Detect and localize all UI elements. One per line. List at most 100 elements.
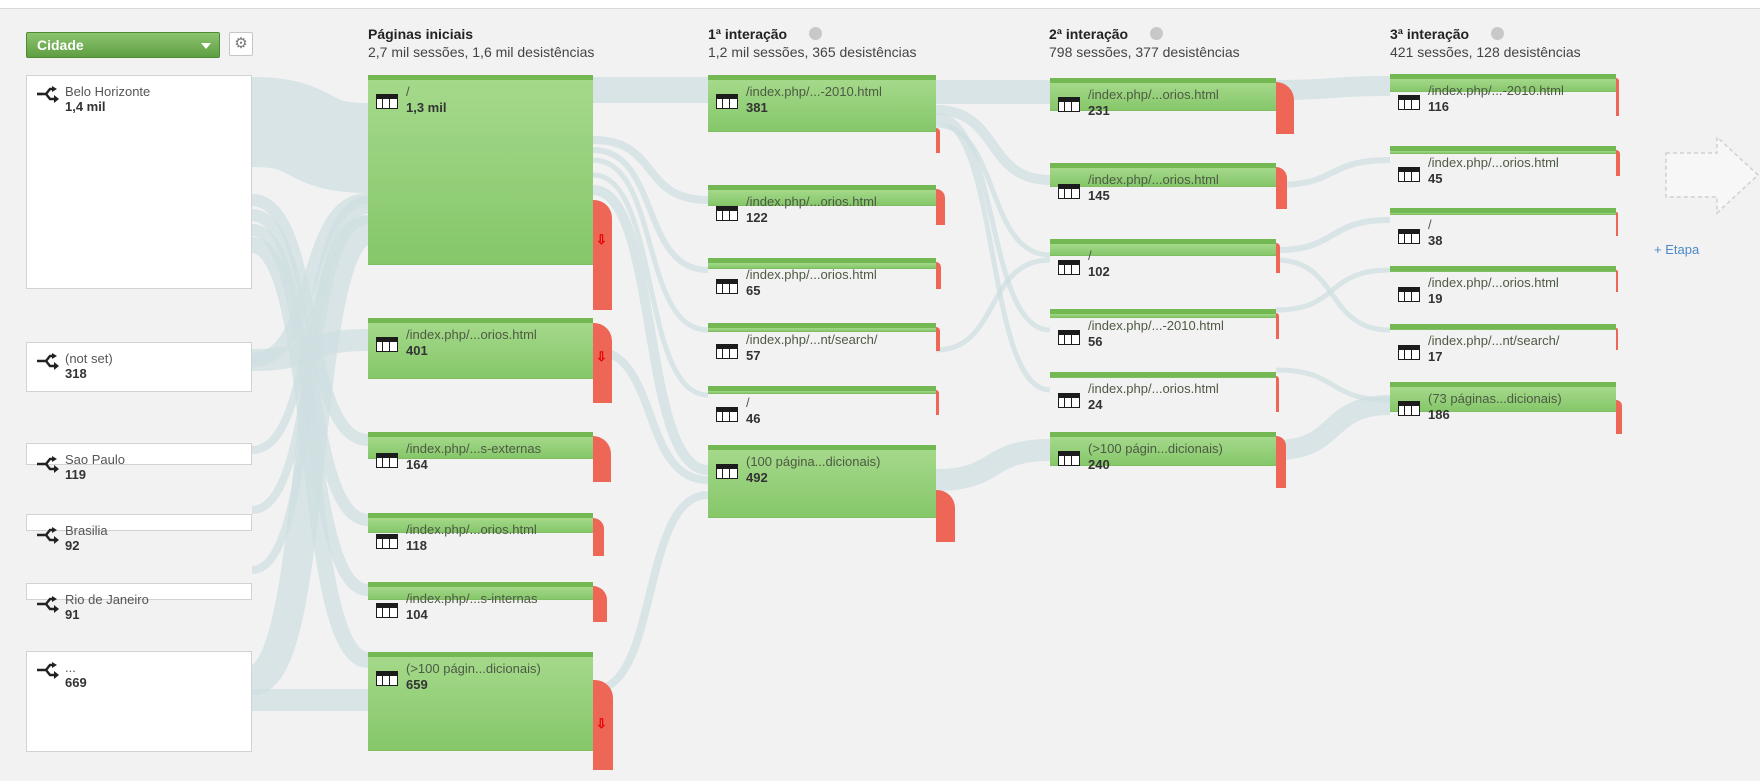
- gear-icon: ⚙: [234, 35, 248, 52]
- dropoff-bar[interactable]: [936, 327, 940, 351]
- source-node[interactable]: Rio de Janeiro 91: [26, 583, 252, 622]
- page-table-icon: [376, 453, 398, 468]
- page-label: /index.php/...s-externas: [406, 441, 542, 456]
- source-label: Belo Horizonte: [65, 84, 151, 99]
- dropoff-bar[interactable]: ⇩: [593, 680, 613, 770]
- dropoff-bar[interactable]: [936, 490, 955, 542]
- split-arrows-icon: [37, 596, 59, 613]
- page-label: /index.php/...orios.html: [406, 327, 537, 342]
- page-label: /index.php/...s-internas: [406, 591, 538, 606]
- settings-button[interactable]: ⚙: [229, 32, 253, 56]
- dropoff-bar[interactable]: [1276, 313, 1279, 339]
- page-node[interactable]: /index.php/...orios.html 24: [1050, 372, 1276, 412]
- dropoff-bar[interactable]: [936, 189, 945, 225]
- page-node[interactable]: (>100 págin...dicionais) 659: [368, 652, 593, 751]
- dropoff-bar[interactable]: [1276, 436, 1286, 488]
- page-node[interactable]: /index.php/...nt/search/ 57: [708, 323, 936, 363]
- dropoff-bar[interactable]: [1276, 82, 1294, 134]
- source-label: Sao Paulo: [65, 452, 125, 467]
- close-circle-icon[interactable]: [1491, 27, 1505, 40]
- page-table-icon: [1058, 97, 1080, 112]
- source-count: 119: [65, 467, 86, 482]
- next-step-arrow-icon[interactable]: [1665, 135, 1760, 215]
- page-label: /index.php/...-2010.html: [1088, 318, 1224, 333]
- dropoff-bar[interactable]: [1616, 270, 1618, 292]
- column-title: 3ª interação: [1390, 26, 1470, 42]
- dropoff-arrow-icon: ⇩: [596, 349, 607, 364]
- page-node[interactable]: /index.php/...s-internas 104: [368, 582, 593, 622]
- page-node[interactable]: /index.php/...-2010.html 116: [1390, 74, 1616, 114]
- page-node[interactable]: (73 páginas...dicionais) 186: [1390, 382, 1616, 422]
- flow-link: [250, 77, 370, 193]
- add-step-link[interactable]: + Etapa: [1654, 242, 1699, 257]
- dropoff-bar[interactable]: [1616, 150, 1620, 176]
- page-count: 231: [1088, 103, 1110, 118]
- column-subtitle: 421 sessões, 128 desistências: [1390, 44, 1581, 60]
- flow-link: [592, 136, 709, 204]
- flow-link: [1275, 367, 1391, 403]
- dropoff-bar[interactable]: [1616, 328, 1618, 350]
- page-table-icon: [716, 206, 738, 221]
- source-label: Brasilia: [65, 523, 108, 538]
- page-node[interactable]: /index.php/...nt/search/ 17: [1390, 324, 1616, 364]
- dropoff-bar[interactable]: [936, 262, 941, 289]
- page-label: /index.php/...orios.html: [746, 267, 877, 282]
- page-count: 1,3 mil: [406, 100, 447, 115]
- page-node[interactable]: /index.php/...orios.html 118: [368, 513, 593, 553]
- chevron-down-icon: [201, 43, 211, 49]
- source-node[interactable]: (not set) 318: [26, 342, 252, 392]
- page-label: /index.php/...nt/search/: [1428, 333, 1560, 348]
- close-circle-icon[interactable]: [1150, 27, 1164, 40]
- page-count: 38: [1428, 233, 1443, 248]
- source-node[interactable]: Brasilia 92: [26, 514, 252, 553]
- close-circle-icon[interactable]: [809, 27, 823, 40]
- page-label: /index.php/...orios.html: [1428, 155, 1559, 170]
- page-table-icon: [1398, 229, 1420, 244]
- dropoff-bar[interactable]: [936, 128, 940, 153]
- page-label: /index.php/...-2010.html: [746, 84, 882, 99]
- dimension-dropdown[interactable]: Cidade: [26, 32, 220, 58]
- source-node[interactable]: Sao Paulo 119: [26, 443, 252, 482]
- page-node[interactable]: (>100 págin...dicionais) 240: [1050, 432, 1276, 472]
- dropoff-bar[interactable]: [1276, 167, 1287, 209]
- page-node[interactable]: / 46: [708, 386, 936, 426]
- dropoff-bar[interactable]: ⇩: [593, 323, 612, 403]
- dropoff-bar[interactable]: [1616, 78, 1619, 116]
- dropoff-bar[interactable]: [1616, 400, 1622, 434]
- page-node[interactable]: /index.php/...orios.html 145: [1050, 163, 1276, 203]
- split-arrows-icon: [37, 527, 59, 544]
- dropoff-bar[interactable]: [1616, 212, 1618, 236]
- source-node[interactable]: Belo Horizonte 1,4 mil: [26, 75, 252, 289]
- page-table-icon: [716, 279, 738, 294]
- page-node[interactable]: /index.php/...orios.html 122: [708, 185, 936, 225]
- source-node[interactable]: ... 669: [26, 651, 252, 752]
- dropoff-bar[interactable]: [593, 518, 604, 556]
- page-node[interactable]: /index.php/...orios.html 65: [708, 258, 936, 298]
- flow-link: [1275, 217, 1391, 253]
- page-node[interactable]: /index.php/...orios.html 19: [1390, 266, 1616, 306]
- page-node[interactable]: / 102: [1050, 239, 1276, 279]
- page-label: (100 página...dicionais): [746, 454, 881, 469]
- dropoff-bar[interactable]: [936, 390, 939, 415]
- page-node[interactable]: (100 página...dicionais) 492: [708, 445, 936, 518]
- page-node[interactable]: /index.php/...-2010.html 56: [1050, 309, 1276, 349]
- page-node[interactable]: / 38: [1390, 208, 1616, 248]
- page-table-icon: [1398, 401, 1420, 416]
- page-node[interactable]: /index.php/...s-externas 164: [368, 432, 593, 472]
- column-header-interaction-3: 3ª interação 421 sessões, 128 desistênci…: [1390, 26, 1581, 60]
- page-label: /: [746, 395, 750, 410]
- page-count: 17: [1428, 349, 1443, 364]
- dropoff-bar[interactable]: ⇩: [593, 200, 612, 310]
- column-subtitle: 2,7 mil sessões, 1,6 mil desistências: [368, 44, 595, 60]
- page-node[interactable]: /index.php/...orios.html 231: [1050, 78, 1276, 118]
- page-count: 401: [406, 343, 428, 358]
- page-node[interactable]: /index.php/...orios.html 45: [1390, 146, 1616, 186]
- column-header-interaction-1: 1ª interação 1,2 mil sessões, 365 desist…: [708, 26, 917, 60]
- dropoff-bar[interactable]: [1276, 243, 1280, 273]
- page-node[interactable]: / 1,3 mil: [368, 75, 593, 265]
- page-node[interactable]: /index.php/...-2010.html 381: [708, 75, 936, 132]
- page-node[interactable]: /index.php/...orios.html 401: [368, 318, 593, 379]
- flow-link: [1275, 267, 1391, 313]
- dropoff-bar[interactable]: [1276, 376, 1279, 412]
- page-count: 102: [1088, 264, 1110, 279]
